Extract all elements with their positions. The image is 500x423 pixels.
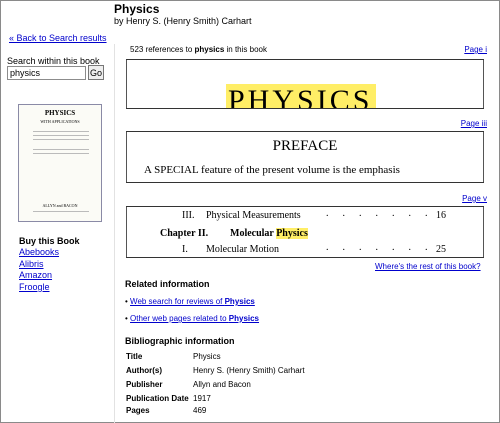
cover-publisher: ALLYN and BACON xyxy=(42,203,78,208)
book-title: Physics xyxy=(114,2,160,16)
page-link-v[interactable]: Page v xyxy=(462,194,487,203)
search-label: Search within this book xyxy=(7,56,100,66)
book-author: by Henry S. (Henry Smith) Carhart xyxy=(114,16,252,26)
buy-title: Buy this Book xyxy=(19,236,80,246)
buy-link-alibris[interactable]: Alibris xyxy=(19,259,44,269)
reference-count: 523 references to physics in this book xyxy=(130,45,267,54)
related-title: Related information xyxy=(125,279,210,289)
contents-entry: Physical Measurements xyxy=(206,210,301,221)
biblio-value: Henry S. (Henry Smith) Carhart xyxy=(193,366,305,375)
biblio-key: Title xyxy=(126,352,143,361)
related-item: • Web search for reviews of Physics xyxy=(125,297,255,306)
contents-chapter-title: Molecular Physics xyxy=(230,228,308,239)
biblio-key: Publisher xyxy=(126,380,163,389)
rest-of-book-link[interactable]: Where's the rest of this book? xyxy=(375,262,481,271)
buy-link-abebooks[interactable]: Abebooks xyxy=(19,247,59,257)
biblio-key: Pages xyxy=(126,406,150,415)
biblio-title: Bibliographic information xyxy=(125,336,235,346)
buy-link-amazon[interactable]: Amazon xyxy=(19,270,52,280)
related-link-web-pages[interactable]: Other web pages related to Physics xyxy=(130,314,259,323)
biblio-key: Publication Date xyxy=(126,394,189,403)
biblio-value: 469 xyxy=(193,406,207,415)
page-link-i[interactable]: Page i xyxy=(464,45,487,54)
page-link-iii[interactable]: Page iii xyxy=(461,119,487,128)
related-link-reviews[interactable]: Web search for reviews of Physics xyxy=(130,297,255,306)
contents-leader: ....... xyxy=(326,242,442,253)
biblio-value: Physics xyxy=(193,352,221,361)
cover-text-line xyxy=(33,211,89,212)
contents-page: 25 xyxy=(436,244,446,255)
sidebar-divider xyxy=(114,44,115,423)
snippet-page-i[interactable]: PHYSICS xyxy=(126,59,484,109)
contents-chapter: Chapter II. xyxy=(160,228,209,239)
cover-text-line xyxy=(33,139,89,140)
cover-text-line xyxy=(33,149,89,150)
search-input[interactable] xyxy=(7,66,86,80)
contents-number: III. xyxy=(182,210,195,221)
cover-subtitle: WITH APPLICATIONS xyxy=(40,119,80,124)
biblio-value: Allyn and Bacon xyxy=(193,380,251,389)
contents-entry: Molecular Motion xyxy=(206,244,280,255)
snippet-page-v[interactable]: III. Physical Measurements ....... 16 Ch… xyxy=(126,206,484,258)
snippet-page-iii[interactable]: PREFACE A SPECIAL feature of the present… xyxy=(126,131,484,183)
biblio-value: 1917 xyxy=(193,394,211,403)
cover-text-line xyxy=(33,135,89,136)
cover-text-line xyxy=(33,131,89,132)
cover-title: PHYSICS xyxy=(44,109,76,117)
snippet-text: PHYSICS xyxy=(228,84,373,109)
contents-page: 16 xyxy=(436,210,446,221)
contents-number: I. xyxy=(182,244,188,255)
biblio-key: Author(s) xyxy=(126,366,162,375)
book-cover[interactable]: PHYSICS WITH APPLICATIONS ALLYN and BACO… xyxy=(18,104,102,222)
related-item: • Other web pages related to Physics xyxy=(125,314,260,323)
go-button[interactable]: Go xyxy=(88,65,104,80)
contents-leader: ....... xyxy=(326,208,442,219)
buy-link-froogle[interactable]: Froogle xyxy=(19,282,50,292)
cover-text-line xyxy=(33,153,89,154)
snippet-heading: PREFACE xyxy=(272,138,338,154)
snippet-text: A SPECIAL feature of the present volume … xyxy=(144,164,400,176)
back-to-results-link[interactable]: « Back to Search results xyxy=(9,33,107,43)
